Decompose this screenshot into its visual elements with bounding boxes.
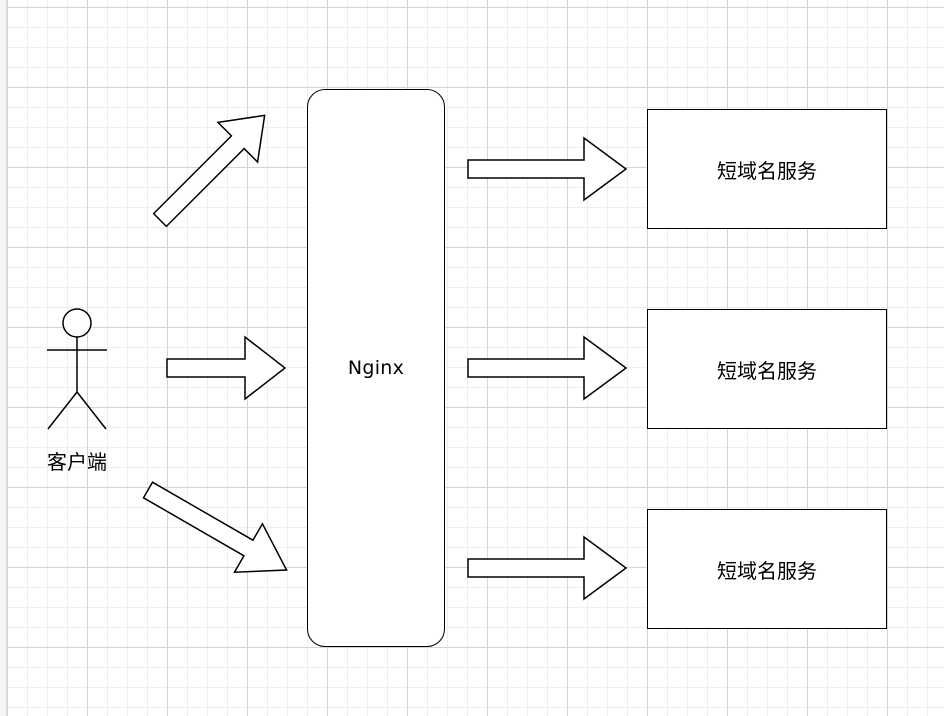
- nginx-label: Nginx: [347, 357, 405, 379]
- arrow-nginx-to-service-3[interactable]: [467, 535, 628, 601]
- diagram-canvas[interactable]: 客户端 Nginx 短域名服务 短域名服务 短域名服务: [0, 0, 944, 716]
- arrow-nginx-to-service-1[interactable]: [467, 136, 628, 202]
- arrow-nginx-to-service-2[interactable]: [467, 335, 628, 401]
- arrow-client-to-nginx-lower[interactable]: [134, 466, 301, 594]
- service-label: 短域名服务: [717, 358, 817, 383]
- nginx-node[interactable]: Nginx: [307, 89, 445, 647]
- service-node-1[interactable]: 短域名服务: [647, 109, 887, 229]
- service-label: 短域名服务: [717, 158, 817, 183]
- service-node-3[interactable]: 短域名服务: [647, 509, 887, 629]
- arrow-client-to-nginx-upper[interactable]: [140, 96, 284, 240]
- service-node-2[interactable]: 短域名服务: [647, 309, 887, 429]
- arrow-client-to-nginx-middle[interactable]: [166, 335, 287, 401]
- service-label: 短域名服务: [717, 558, 817, 583]
